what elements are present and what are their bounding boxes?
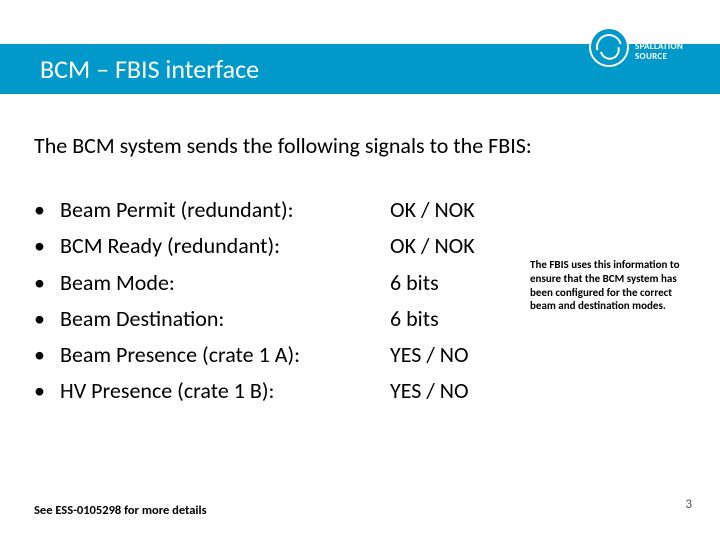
page-number: 3 xyxy=(685,497,692,512)
list-item: • Beam Presence (crate 1 A): YES / NO xyxy=(34,337,500,373)
footer-text: See ESS-0105298 for more details xyxy=(34,503,207,518)
signal-list: • Beam Permit (redundant): OK / NOK • BC… xyxy=(34,192,500,410)
signal-value: 6 bits xyxy=(390,265,500,301)
list-item: • BCM Ready (redundant): OK / NOK xyxy=(34,228,500,264)
signal-value: YES / NO xyxy=(390,337,500,373)
bullet-icon: • xyxy=(34,192,60,228)
signal-label: HV Presence (crate 1 B): xyxy=(60,373,390,409)
intro-text: The BCM system sends the following signa… xyxy=(34,132,532,159)
signal-label: Beam Presence (crate 1 A): xyxy=(60,337,390,373)
signal-label: Beam Permit (redundant): xyxy=(60,192,390,228)
signal-value: 6 bits xyxy=(390,301,500,337)
bullet-icon: • xyxy=(34,265,60,301)
list-item: • Beam Permit (redundant): OK / NOK xyxy=(34,192,500,228)
ess-logo: EUROPEAN SPALLATION SOURCE xyxy=(589,22,704,72)
ess-swirl-icon xyxy=(591,29,627,65)
signal-value: OK / NOK xyxy=(390,192,500,228)
sidenote-text: The FBIS uses this information to ensure… xyxy=(530,258,700,313)
list-item: • HV Presence (crate 1 B): YES / NO xyxy=(34,373,500,409)
bullet-icon: • xyxy=(34,337,60,373)
signal-label: Beam Mode: xyxy=(60,265,390,301)
logo-line3: SOURCE xyxy=(635,52,683,62)
signal-label: BCM Ready (redundant): xyxy=(60,228,390,264)
ess-logo-text: EUROPEAN SPALLATION SOURCE xyxy=(635,32,683,62)
list-item: • Beam Destination: 6 bits xyxy=(34,301,500,337)
list-item: • Beam Mode: 6 bits xyxy=(34,265,500,301)
bullet-icon: • xyxy=(34,301,60,337)
signal-value: YES / NO xyxy=(390,373,500,409)
bullet-icon: • xyxy=(34,373,60,409)
signal-value: OK / NOK xyxy=(390,228,500,264)
bullet-icon: • xyxy=(34,228,60,264)
ess-logo-icon xyxy=(589,27,629,67)
slide-title: BCM – FBIS interface xyxy=(40,53,259,85)
signal-label: Beam Destination: xyxy=(60,301,390,337)
slide: BCM – FBIS interface EUROPEAN SPALLATION… xyxy=(0,0,720,540)
